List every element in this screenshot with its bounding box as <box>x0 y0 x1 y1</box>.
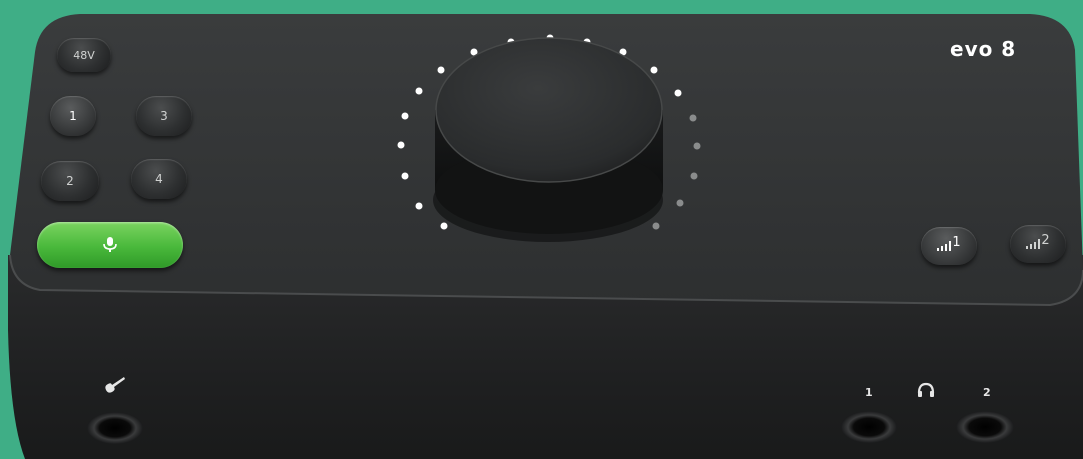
input-1-button[interactable]: 1 <box>50 96 96 136</box>
headphone-jack-2[interactable] <box>956 411 1014 443</box>
output-2-label: 2 <box>1041 232 1050 248</box>
headphone-2-label: 2 <box>983 386 991 399</box>
output-1-button[interactable]: 1 <box>921 227 977 265</box>
input-4-button[interactable]: 4 <box>131 159 187 199</box>
input-2-button[interactable]: 2 <box>41 161 99 201</box>
output-2-button[interactable]: 2 <box>1010 225 1066 263</box>
microphone-icon <box>103 237 117 252</box>
signal-bars-icon <box>937 241 952 251</box>
smartgain-mic-button[interactable] <box>37 222 183 268</box>
headphone-jack-1[interactable] <box>841 411 897 443</box>
instrument-jack[interactable] <box>87 412 143 444</box>
phantom-power-button[interactable]: 48V <box>57 38 111 72</box>
volume-knob[interactable] <box>433 37 663 242</box>
brand-logo: evo 8 <box>950 37 1017 61</box>
input-3-button[interactable]: 3 <box>136 96 192 136</box>
signal-bars-icon <box>1026 239 1041 249</box>
headphone-1-label: 1 <box>865 386 873 399</box>
output-1-label: 1 <box>952 234 961 250</box>
